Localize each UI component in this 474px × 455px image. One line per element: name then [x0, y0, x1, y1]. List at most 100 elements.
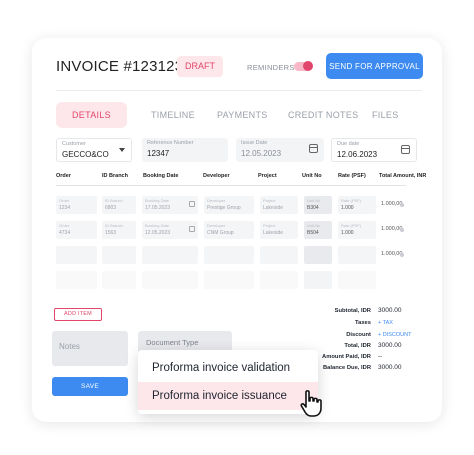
- tab-payments[interactable]: PAYMENTS: [217, 102, 268, 128]
- total-value: 3000.00: [378, 342, 402, 349]
- booking-date-cell[interactable]: Booking Date 17.05.2023: [142, 196, 198, 214]
- table-row: Order 4734 ID Branch 1563 Booking Date 12.0…: [56, 221, 406, 241]
- project-cell[interactable]: Project Lakeside: [260, 221, 298, 239]
- calendar-icon[interactable]: [189, 201, 195, 207]
- row-menu-icon[interactable]: [400, 203, 404, 207]
- cell-value: B504: [307, 230, 319, 236]
- discount-label: Discount: [346, 332, 371, 338]
- column-header: Total Amount, INR: [379, 173, 427, 179]
- branch-cell[interactable]: ID Branch 1563: [102, 221, 136, 239]
- cell-label: Rate (PSF): [341, 223, 362, 228]
- cell-value: CNM Group: [207, 230, 234, 236]
- document-type-dropdown: Proforma invoice validation Proforma inv…: [138, 350, 318, 414]
- issue-date-field[interactable]: Issue Date 12.05.2023: [236, 138, 324, 162]
- developer-cell[interactable]: Developer CNM Group: [204, 221, 254, 239]
- notes-placeholder: Notes: [59, 342, 80, 351]
- calendar-icon[interactable]: [401, 145, 410, 154]
- cell-label: Developer: [207, 198, 226, 203]
- tab-details[interactable]: DETAILS: [56, 102, 127, 128]
- calendar-icon[interactable]: [189, 226, 195, 232]
- calendar-icon[interactable]: [309, 144, 318, 153]
- add-tax-link[interactable]: + TAX: [378, 320, 393, 326]
- reference-number-field[interactable]: Reference Number 12347: [142, 138, 228, 162]
- developer-cell[interactable]: [204, 246, 254, 264]
- due-date-value: 12.06.2023: [337, 150, 378, 159]
- rate-cell[interactable]: [338, 246, 376, 264]
- branch-cell[interactable]: [102, 246, 136, 264]
- branch-cell[interactable]: [102, 271, 136, 289]
- cell-label: Booking Date: [145, 198, 170, 203]
- header-divider: [56, 90, 422, 91]
- unit-no-cell[interactable]: Unit No B504: [304, 221, 332, 239]
- table-row: Order 1234 ID Branch 6803 Booking Date 17.0…: [56, 196, 406, 216]
- notes-field[interactable]: Notes: [52, 331, 128, 366]
- cell-value: 17.05.2023: [145, 205, 171, 211]
- dropdown-option-validation[interactable]: Proforma invoice validation: [138, 354, 318, 382]
- project-cell[interactable]: Project Lakeside: [260, 196, 298, 214]
- unit-no-cell[interactable]: [304, 271, 332, 289]
- cell-label: ID Branch: [105, 198, 123, 203]
- column-header: Unit No: [302, 173, 322, 179]
- project-cell[interactable]: [260, 271, 298, 289]
- customer-value: GECCO&CO: [62, 150, 109, 159]
- cell-label: Project: [263, 198, 276, 203]
- reminders-label: REMINDERS: [247, 63, 295, 72]
- row-menu-icon[interactable]: [400, 228, 404, 232]
- column-header: Order: [56, 173, 71, 179]
- cell-label: Rate (PSF): [341, 198, 362, 203]
- tab-credit-notes[interactable]: CREDIT NOTES: [288, 102, 358, 128]
- cell-value: Lakeside: [263, 230, 284, 236]
- row-menu-icon[interactable]: [400, 253, 404, 257]
- rate-cell[interactable]: [338, 271, 376, 289]
- balance-due-label: Balance Due, IDR: [323, 365, 371, 371]
- column-header: Project: [258, 173, 277, 179]
- developer-cell[interactable]: Developer Prestige Group: [204, 196, 254, 214]
- amount-paid-value: --: [378, 353, 383, 360]
- issue-date-value: 12.05.2023: [241, 149, 282, 158]
- column-header: Developer: [203, 173, 230, 179]
- table-header-divider: [56, 185, 406, 186]
- tab-timeline[interactable]: TIMELINE: [151, 102, 195, 128]
- project-cell[interactable]: [260, 246, 298, 264]
- reminders-toggle[interactable]: [294, 61, 313, 71]
- rate-cell[interactable]: Rate (PSF) 1.000: [338, 196, 376, 214]
- branch-cell[interactable]: ID Branch 6803: [102, 196, 136, 214]
- hand-cursor-icon: [300, 390, 322, 417]
- booking-date-cell[interactable]: [142, 271, 198, 289]
- developer-cell[interactable]: [204, 271, 254, 289]
- toggle-knob: [303, 61, 313, 71]
- cell-label: Order: [59, 223, 70, 228]
- save-button[interactable]: SAVE: [52, 377, 128, 396]
- cell-value: Lakeside: [263, 205, 284, 211]
- customer-label: Customer: [62, 141, 86, 147]
- subtotal-value: 3000.00: [378, 307, 402, 314]
- order-cell[interactable]: [56, 246, 97, 264]
- cell-value: 4734: [59, 230, 71, 236]
- customer-select[interactable]: Customer GECCO&CO: [56, 138, 132, 162]
- add-item-button[interactable]: ADD ITEM: [54, 308, 102, 321]
- cell-value: 1.000: [341, 205, 354, 211]
- tab-files[interactable]: FILES: [372, 102, 399, 128]
- order-cell[interactable]: Order 4734: [56, 221, 97, 239]
- amount-paid-label: Amount Paid, IDR: [322, 354, 371, 360]
- unit-no-cell[interactable]: [304, 246, 332, 264]
- cell-value: B304: [307, 205, 319, 211]
- unit-no-cell[interactable]: Unit No B304: [304, 196, 332, 214]
- order-cell[interactable]: Order 1234: [56, 196, 97, 214]
- add-discount-link[interactable]: + DISCOUNT: [378, 332, 411, 338]
- balance-due-value: 3000.00: [378, 364, 402, 371]
- due-date-field[interactable]: Due date 12.06.2023: [331, 138, 417, 162]
- subtotal-label: Subtotal, IDR: [334, 308, 371, 314]
- cell-label: ID Branch: [105, 223, 123, 228]
- rate-cell[interactable]: Rate (PSF) 1.000: [338, 221, 376, 239]
- booking-date-cell[interactable]: Booking Date 12.05.2023: [142, 221, 198, 239]
- due-date-label: Due date: [337, 141, 360, 147]
- table-row: 1.000,00: [56, 246, 406, 266]
- order-cell[interactable]: [56, 271, 97, 289]
- column-header: Booking Date: [143, 173, 179, 179]
- cell-value: 1563: [105, 230, 117, 236]
- booking-date-cell[interactable]: [142, 246, 198, 264]
- send-for-approval-button[interactable]: SEND FOR APPROVAL: [326, 53, 423, 79]
- cell-value: Prestige Group: [207, 205, 241, 211]
- dropdown-option-issuance[interactable]: Proforma invoice issuance: [138, 382, 318, 410]
